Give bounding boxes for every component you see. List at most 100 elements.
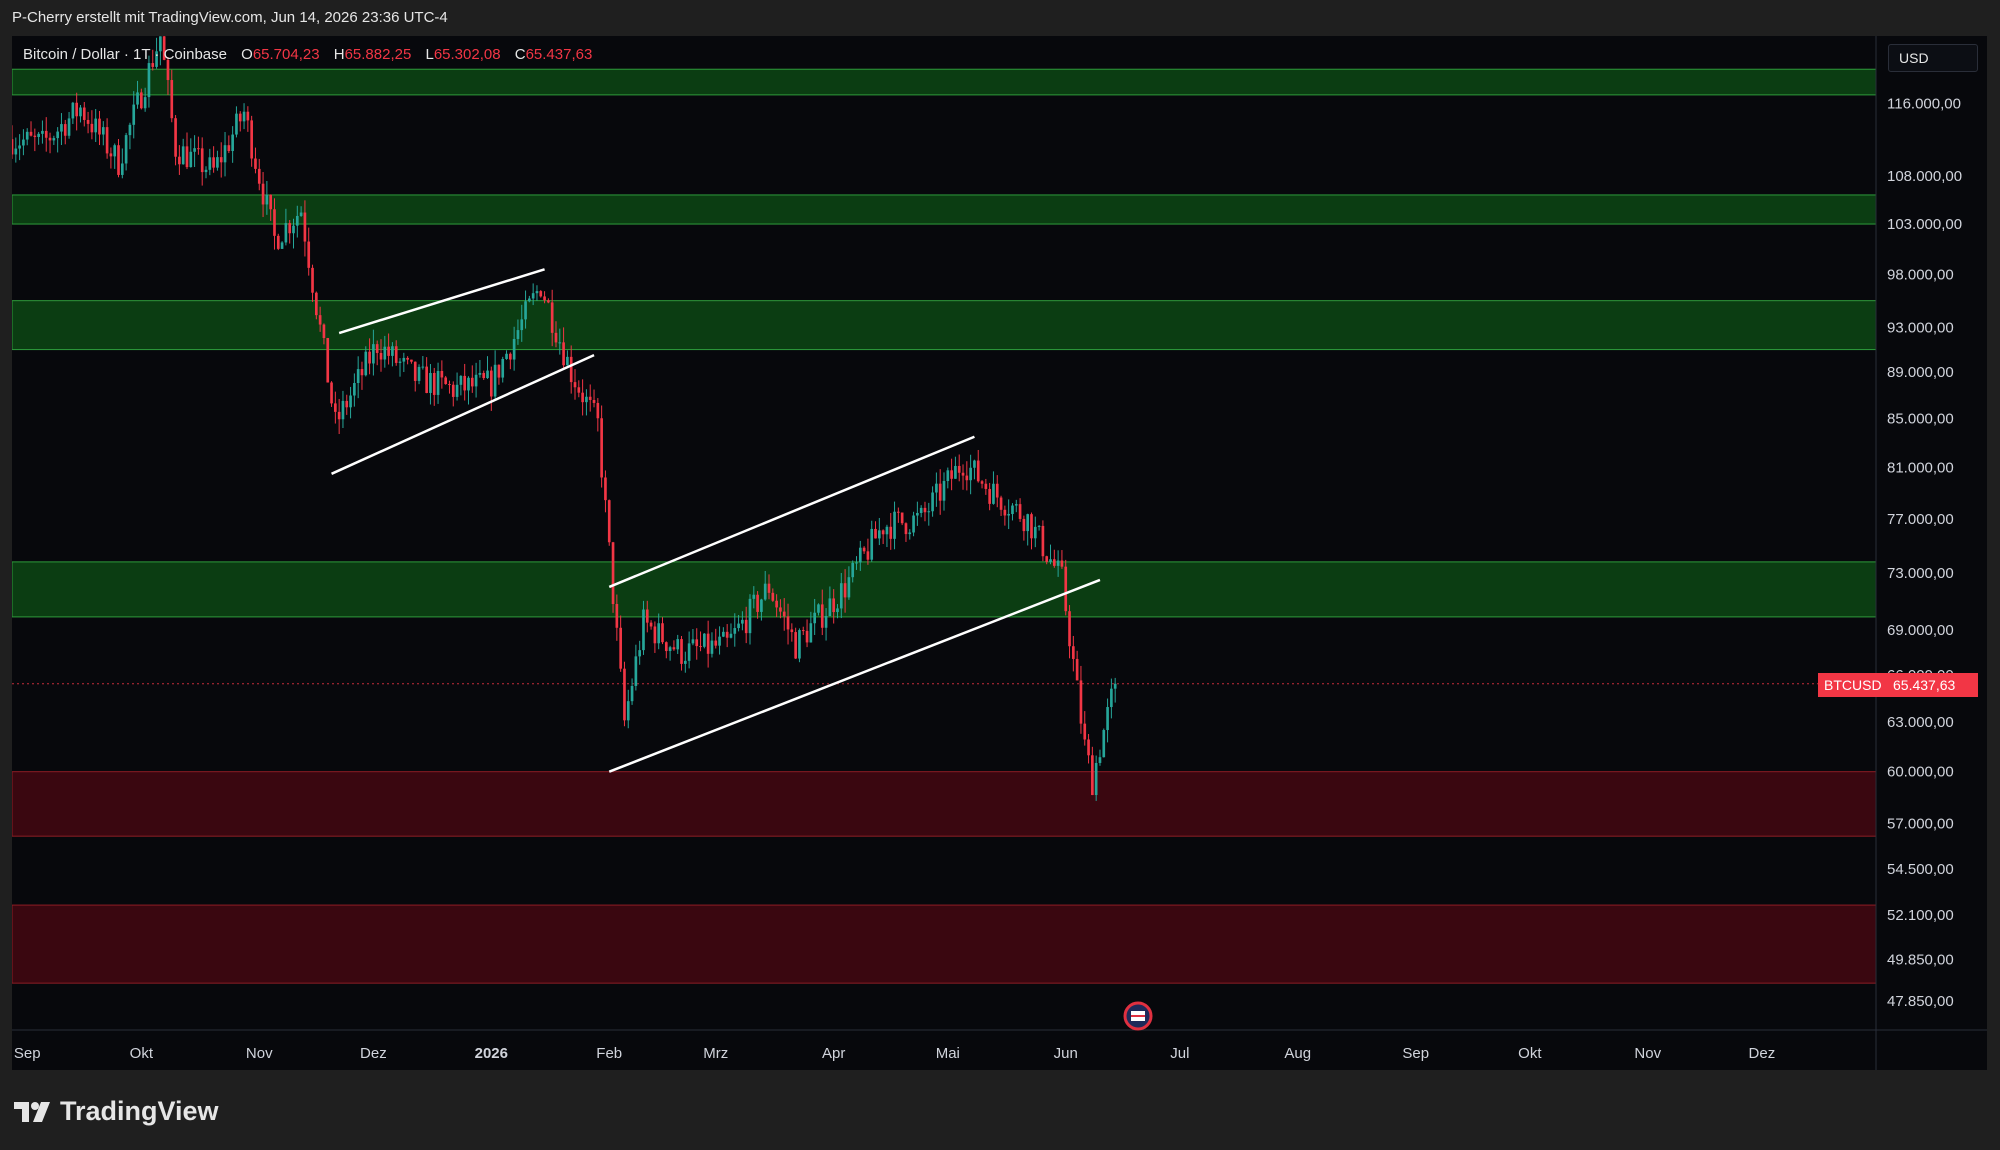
candle-body [729,633,733,638]
candle-body [699,646,702,648]
candle-body [969,467,972,481]
candle-body [626,701,630,721]
candle-body [75,102,79,117]
chart-svg[interactable]: 116.000,00 108.000,00 103.000,00 98.000,00 9… [12,36,1987,1070]
candle-body [379,352,383,360]
candle-body [505,353,508,359]
candle-body [858,547,862,563]
candle-body [851,562,855,578]
candle-body [60,124,63,132]
candle-body [170,80,174,119]
candle-body [957,465,961,473]
y-tick-label: 60.000,00 [1887,764,1954,781]
candle-body [478,372,482,375]
x-tick-label: Aug [1284,1045,1311,1062]
candle-body [501,358,505,378]
candle-body [105,127,109,154]
candle-body [455,384,459,397]
candle-body [847,577,851,598]
candle-body [824,616,828,628]
candle-body [318,315,322,325]
candle-body [261,183,265,205]
candle-body [642,609,645,651]
y-tick-label: 63.000,00 [1887,714,1954,731]
candle-body [805,630,809,643]
candle-body [375,344,379,353]
candle-body [1094,762,1098,796]
candle-body [520,319,524,331]
candle-body [364,351,368,376]
symbol-title[interactable]: Bitcoin / Dollar · 1T · Coinbase [23,46,227,63]
candle-body [33,135,37,137]
candle-body [174,118,177,157]
y-tick-label: 77.000,00 [1887,511,1954,528]
candle-body [550,302,554,333]
low-value: 65.302,08 [433,46,501,63]
candle-body [801,630,805,632]
candle-body [113,145,117,157]
candle-body [368,351,371,364]
candle-body [71,102,75,119]
open-value: 65.704,23 [252,46,320,63]
tradingview-logo-icon [14,1101,50,1122]
candle-body [1072,646,1075,659]
candle-body [1037,525,1041,527]
candle-body [912,515,915,533]
candle-body [832,598,836,613]
candle-body [63,124,67,136]
candle-body [98,118,101,135]
candle-body [208,157,212,170]
chart-frame[interactable]: 116.000,00 108.000,00 103.000,00 98.000,00 9… [12,36,1987,1070]
candle-body [1007,514,1011,516]
candle-body [942,481,946,501]
candle-body [668,647,672,652]
candle-body [516,330,520,339]
candle-body [923,507,927,513]
trendline [331,354,595,475]
candle-body [566,356,569,366]
candle-body [1052,559,1056,566]
candle-body [588,396,592,400]
candle-body [615,604,619,628]
candle-body [935,483,938,493]
candle-body [1049,559,1052,562]
x-tick-label: Apr [822,1045,845,1062]
candle-body [223,145,227,163]
y-tick-label: 89.000,00 [1887,364,1954,381]
candle-body [383,346,387,360]
candle-body [448,384,451,386]
current-price-tag: 65.437,63 [1887,673,1978,697]
candle-body [794,632,797,659]
tradingview-logo[interactable]: TradingView [14,1096,219,1127]
candle-body [254,158,257,169]
candle-body [432,372,436,395]
candle-body [417,366,421,381]
candle-body [946,470,950,482]
candle-body [216,157,219,168]
current-symbol-tag: BTCUSD [1818,673,1888,697]
candle-body [775,600,778,608]
candle-body [109,153,113,157]
candle-body [885,526,889,535]
candle-body [961,472,965,476]
currency-selector[interactable]: USD [1888,44,1978,72]
candle-body [1011,505,1014,515]
x-tick-label: Mrz [703,1045,728,1062]
candle-body [398,361,402,363]
candle-body [737,623,740,629]
x-tick-label: Dez [360,1045,387,1062]
candle-body [322,324,326,339]
y-tick-label: 103.000,00 [1887,216,1962,233]
candle-body [722,631,725,637]
candle-body [611,542,615,605]
tradingview-logo-text: TradingView [60,1096,219,1126]
candle-body [474,374,478,387]
candle-body [360,369,364,376]
candle-body [900,512,904,524]
candle-body [1026,514,1030,532]
x-tick-label: Jun [1054,1045,1078,1062]
candle-body [429,372,432,393]
candle-body [752,594,756,599]
candle-body [67,118,71,136]
candle-body [1060,560,1064,567]
